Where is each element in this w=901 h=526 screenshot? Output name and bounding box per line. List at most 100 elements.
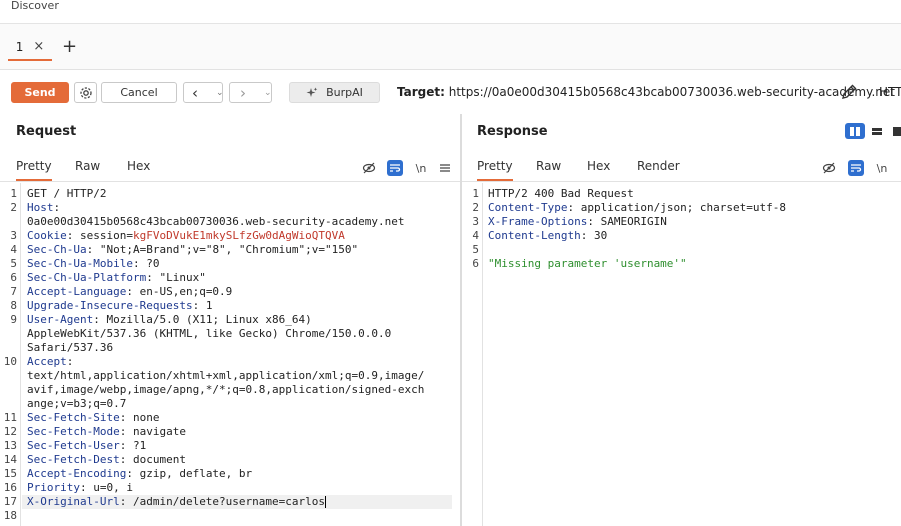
header-value: 0a0e00d30415b0568c43bcab00730036.web-sec… <box>27 215 405 228</box>
header-name: Upgrade-Insecure-Requests <box>27 299 193 312</box>
tabs-layout-icon[interactable] <box>887 123 901 139</box>
response-tab-pretty[interactable]: Pretty <box>477 159 513 181</box>
request-line-text: Accept: <box>27 355 73 369</box>
header-name: Accept-Encoding <box>27 467 127 480</box>
header-value: : 30 <box>580 229 608 242</box>
line-number: 16 <box>3 481 17 494</box>
header-name: Sec-Fetch-Site <box>27 411 120 424</box>
header-name: Priority <box>27 481 80 494</box>
header-value: : ?0 <box>132 257 160 270</box>
request-line-text: Sec-Ch-Ua-Mobile: ?0 <box>27 257 159 271</box>
line-number: 14 <box>3 453 17 466</box>
response-editor[interactable]: 1 HTTP/2 400 Bad Request 2 Content-Type: ap… <box>462 183 901 526</box>
request-tab-pretty[interactable]: Pretty <box>16 159 52 181</box>
menu-icon[interactable] <box>437 160 453 176</box>
header-value: : 1 <box>192 299 213 312</box>
line-number: 1 <box>10 187 17 200</box>
response-pane: Response Pretty Raw Hex Render \n 1 HTTP/… <box>462 114 901 526</box>
request-line-text: AppleWebKit/537.36 (KHTML, like Gecko) C… <box>27 327 391 341</box>
line-number: 12 <box>3 425 17 438</box>
line-number: 11 <box>3 411 17 424</box>
header-value: : none <box>119 411 160 424</box>
header-name: Cookie <box>27 229 67 242</box>
layout-toggle <box>845 123 901 139</box>
header-value: text/html,application/xhtml+xml,applicat… <box>27 369 425 382</box>
header-value: : <box>53 201 61 214</box>
header-name: Sec-Fetch-Dest <box>27 453 120 466</box>
line-number: 3 <box>10 229 17 242</box>
close-tab-icon[interactable]: × <box>33 39 44 54</box>
header-value: : <box>66 355 74 368</box>
response-tab-hex[interactable]: Hex <box>587 159 610 173</box>
burpai-button[interactable]: BurpAI <box>289 82 380 103</box>
line-number: 3 <box>472 215 479 228</box>
http-version-button[interactable]: HTTP/2 <box>879 85 901 99</box>
split-rows-icon[interactable] <box>867 123 887 139</box>
cookie-value: kgFVoDVukE1mkySLfzGw0dAgWioQTQVA <box>132 229 345 242</box>
target-label: Target: <box>397 85 445 99</box>
line-number: 15 <box>3 467 17 480</box>
word-wrap-icon[interactable] <box>387 160 403 176</box>
word-wrap-icon[interactable] <box>848 160 864 176</box>
header-name: Content-Type <box>488 201 568 214</box>
edit-target-pencil-icon[interactable] <box>840 83 858 101</box>
header-name: Sec-Ch-Ua-Platform <box>27 271 147 284</box>
cancel-button[interactable]: Cancel <box>101 82 177 103</box>
header-value: Safari/537.36 <box>27 341 114 354</box>
line-number: 17 <box>3 495 17 508</box>
response-line-text: X-Frame-Options: SAMEORIGIN <box>488 215 667 229</box>
request-tab-raw[interactable]: Raw <box>75 159 100 173</box>
response-tab-raw[interactable]: Raw <box>536 159 561 173</box>
line-number: 2 <box>472 201 479 214</box>
header-name: Accept <box>27 355 67 368</box>
repeater-tab-label: 1 <box>15 39 24 54</box>
request-line-text: Safari/537.36 <box>27 341 113 355</box>
settings-gear-icon[interactable] <box>74 82 97 103</box>
back-dropdown-icon[interactable]: ⌄ <box>216 88 224 98</box>
request-editor[interactable]: 1 GET / HTTP/2 2 Host: 0a0e00d30415b0568c43b… <box>0 183 460 526</box>
header-value: : "Linux" <box>146 271 206 284</box>
split-columns-icon[interactable] <box>845 123 865 139</box>
request-line-text: Sec-Ch-Ua-Platform: "Linux" <box>27 271 206 285</box>
history-forward-button[interactable]: › ⌄ <box>229 82 272 103</box>
forward-dropdown-icon[interactable]: ⌄ <box>264 88 272 98</box>
response-view-tabs: Pretty Raw Hex Render \n <box>462 152 901 182</box>
response-tab-render[interactable]: Render <box>637 159 680 173</box>
response-line-text: HTTP/2 400 Bad Request <box>488 187 634 201</box>
header-value: : /admin/delete?username=carlos <box>119 495 326 508</box>
send-button[interactable]: Send <box>11 82 69 103</box>
history-back-button[interactable]: ‹ ⌄ <box>183 82 224 103</box>
line-number: 4 <box>472 229 479 242</box>
line-number: 13 <box>3 439 17 452</box>
request-tab-hex[interactable]: Hex <box>127 159 150 173</box>
line-number: 4 <box>10 243 17 256</box>
request-line-text: avif,image/webp,image/apng,*/*;q=0.8,app… <box>27 383 424 397</box>
hide-nonprintable-eye-icon[interactable] <box>361 160 377 176</box>
header-value: : gzip, deflate, br <box>126 467 253 480</box>
request-line-text: 0a0e00d30415b0568c43bcab00730036.web-sec… <box>27 215 405 229</box>
header-name: Sec-Ch-Ua <box>27 243 87 256</box>
header-value: : ?1 <box>119 439 147 452</box>
show-newlines-icon[interactable]: \n <box>874 160 890 176</box>
header-value: : session= <box>66 229 133 242</box>
show-newlines-icon[interactable]: \n <box>413 160 429 176</box>
header-value: AppleWebKit/537.36 (KHTML, like Gecko) C… <box>27 327 392 340</box>
repeater-tab-1[interactable]: 1 × <box>8 34 52 61</box>
window-title: Discover <box>11 0 59 12</box>
request-line-text: Accept-Language: en-US,en;q=0.9 <box>27 285 232 299</box>
request-line-text: Sec-Fetch-Mode: navigate <box>27 425 186 439</box>
line-number: 2 <box>10 201 17 214</box>
request-line-text: X-Original-Url: /admin/delete?username=c… <box>27 495 327 509</box>
add-tab-icon[interactable]: + <box>62 38 77 56</box>
response-line-text: Content-Type: application/json; charset=… <box>488 201 786 215</box>
response-line-text: "Missing parameter 'username'" <box>488 257 687 271</box>
request-line-text: Upgrade-Insecure-Requests: 1 <box>27 299 212 313</box>
hide-nonprintable-eye-icon[interactable] <box>821 160 837 176</box>
header-value: : u=0, i <box>79 481 133 494</box>
line-number: 6 <box>472 257 479 270</box>
json-string: "Missing parameter 'username'" <box>488 257 687 270</box>
request-line-text: User-Agent: Mozilla/5.0 (X11; Linux x86_… <box>27 313 312 327</box>
target-url: https://0a0e00d30415b0568c43bcab00730036… <box>448 85 895 99</box>
text-caret <box>325 496 327 508</box>
request-line-text: Sec-Fetch-Dest: document <box>27 453 186 467</box>
